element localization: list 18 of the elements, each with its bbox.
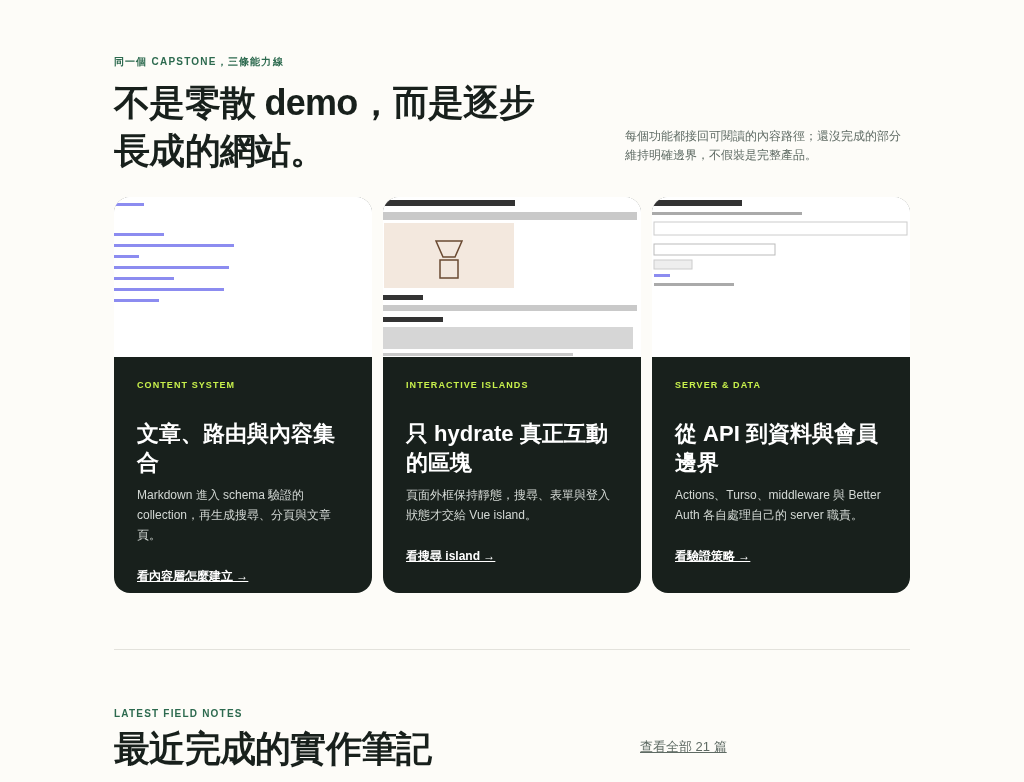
card-link[interactable]: 看搜尋 island →	[406, 546, 496, 565]
card-eyebrow: SERVER & DATA	[675, 379, 763, 392]
card-title: 文章、路由與內容集合	[137, 419, 336, 477]
card-description: 頁面外框保持靜態，搜尋、表單與登入狀態才交給 Vue island。	[406, 486, 611, 524]
section-heading: 不是零散 demo，而是逐步 長成的網站。	[114, 81, 534, 173]
card-link[interactable]: 看內容層怎麼建立 →	[137, 566, 249, 585]
card-description: Markdown 進入 schema 驗證的 collection，再生成搜尋、分頁與文章頁。	[137, 486, 333, 544]
card-title: 只 hydrate 真正互動的區塊	[406, 419, 609, 477]
card-eyebrow: INTERACTIVE ISLANDS	[406, 379, 530, 392]
card-eyebrow: CONTENT SYSTEM	[137, 379, 237, 392]
card-description: Actions、Turso、middleware 與 Better Auth 各自處理自己的 server 職責。	[675, 486, 882, 524]
card-title: 從 API 到資料與會員邊界	[675, 419, 879, 477]
view-all-link[interactable]: 查看全部 21 篇	[640, 737, 727, 757]
section-eyebrow: 同一個 CAPSTONE，三條能力線	[114, 55, 285, 69]
section-description: 每個功能都接回可閱讀的內容路徑；還沒完成的部分維持明確邊界，不假裝是完整產品。	[625, 128, 902, 164]
section-heading: 最近完成的實作筆記	[114, 727, 433, 771]
section-eyebrow: LATEST FIELD NOTES	[114, 707, 244, 721]
card-link[interactable]: 看驗證策略 →	[675, 546, 751, 565]
